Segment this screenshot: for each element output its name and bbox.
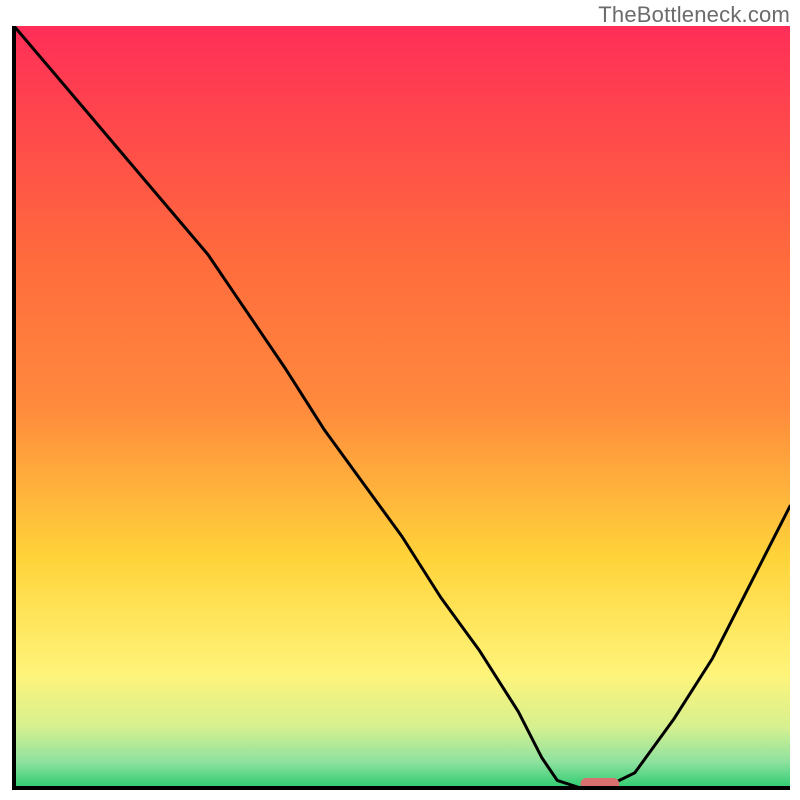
gradient-background xyxy=(14,26,790,788)
bottleneck-chart xyxy=(10,26,790,792)
chart-container xyxy=(10,26,790,792)
watermark-text: TheBottleneck.com xyxy=(598,2,790,28)
